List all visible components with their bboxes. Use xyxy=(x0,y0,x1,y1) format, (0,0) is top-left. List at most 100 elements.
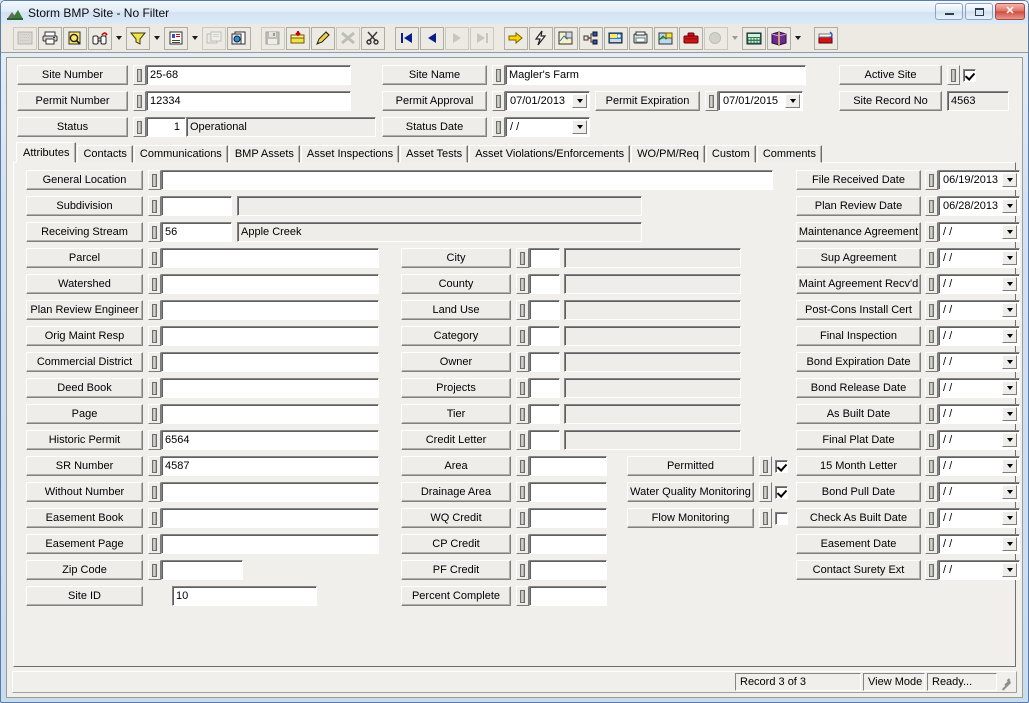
label-bond-pull-date[interactable]: Bond Pull Date xyxy=(796,482,921,502)
code-county[interactable] xyxy=(529,274,560,294)
spinner-flow-monitoring[interactable] xyxy=(759,508,772,528)
label-area[interactable]: Area xyxy=(401,456,511,476)
label-15-month-letter[interactable]: 15 Month Letter xyxy=(796,456,921,476)
combo-15-month-letter[interactable]: / / xyxy=(938,456,1020,476)
spinner-bond-release-date[interactable] xyxy=(925,378,938,398)
spinner-area[interactable] xyxy=(516,456,529,476)
spinner-final-inspection[interactable] xyxy=(925,326,938,346)
combo-dropdown-button[interactable] xyxy=(1002,329,1017,343)
spinner-drainage-area[interactable] xyxy=(516,482,529,502)
code-field-status[interactable]: 1 xyxy=(146,117,186,137)
spinner-site-number[interactable] xyxy=(133,65,146,85)
label-easement-book[interactable]: Easement Book xyxy=(26,508,143,528)
last-record-icon[interactable] xyxy=(470,26,494,50)
main-toolbar[interactable] xyxy=(1,24,1028,53)
label-commercial-district[interactable]: Commercial District xyxy=(26,352,143,372)
input-site-number[interactable]: 25-68 xyxy=(146,65,351,85)
resize-grip[interactable] xyxy=(1000,675,1014,691)
gis-icon[interactable] xyxy=(654,26,678,50)
label-status-date[interactable]: Status Date xyxy=(382,117,487,137)
input-percent-complete[interactable] xyxy=(529,586,607,606)
label-permit-approval[interactable]: Permit Approval xyxy=(382,91,487,111)
print-icon[interactable] xyxy=(38,26,62,50)
spinner-credit-letter[interactable] xyxy=(516,430,529,450)
spinner-without-number[interactable] xyxy=(148,482,161,502)
combo-dropdown-button[interactable] xyxy=(1002,381,1017,395)
spinner-page[interactable] xyxy=(148,404,161,424)
combo-bond-release-date[interactable]: / / xyxy=(938,378,1020,398)
first-record-icon[interactable] xyxy=(395,26,419,50)
input-pf-credit[interactable] xyxy=(529,560,607,580)
label-water-quality-monitoring[interactable]: Water Quality Monitoring xyxy=(627,482,754,502)
input-easement-book[interactable] xyxy=(161,508,379,528)
label-credit-letter[interactable]: Credit Letter xyxy=(401,430,511,450)
label-deed-book[interactable]: Deed Book xyxy=(26,378,143,398)
spinner-orig-maint-resp[interactable] xyxy=(148,326,161,346)
combo-final-inspection[interactable]: / / xyxy=(938,326,1020,346)
combo-dropdown-button[interactable] xyxy=(785,94,800,108)
label-maintenance-agreement[interactable]: Maintenance Agreement xyxy=(796,222,921,242)
combo-status-date[interactable]: / / xyxy=(505,117,590,137)
help-dropdown-arrow[interactable] xyxy=(729,27,741,50)
spinner-deed-book[interactable] xyxy=(148,378,161,398)
combo-dropdown-button[interactable] xyxy=(1002,407,1017,421)
fax-icon[interactable] xyxy=(629,26,653,50)
checkbox-permitted[interactable] xyxy=(775,459,788,473)
label-general-location[interactable]: General Location xyxy=(26,170,143,190)
combo-dropdown-button[interactable] xyxy=(1002,225,1017,239)
label-cp-credit[interactable]: CP Credit xyxy=(401,534,511,554)
combo-dropdown-button[interactable] xyxy=(572,94,587,108)
checkbox-active-site[interactable] xyxy=(963,68,976,82)
label-subdivision[interactable]: Subdivision xyxy=(26,196,143,216)
label-contact-surety-ext[interactable]: Contact Surety Ext xyxy=(796,560,921,580)
edit-record-icon[interactable] xyxy=(311,26,335,50)
label-file-received-date[interactable]: File Received Date xyxy=(796,170,921,190)
copy-record-icon[interactable] xyxy=(227,26,251,50)
input-parcel[interactable] xyxy=(161,248,379,268)
label-zip-code[interactable]: Zip Code xyxy=(26,560,143,580)
input-commercial-district[interactable] xyxy=(161,352,379,372)
tab-bmp-assets[interactable]: BMP Assets xyxy=(228,145,300,163)
code-projects[interactable] xyxy=(529,378,560,398)
spinner-bond-pull-date[interactable] xyxy=(925,482,938,502)
combo-bond-pull-date[interactable]: / / xyxy=(938,482,1020,502)
quick-action-icon[interactable] xyxy=(529,26,553,50)
combo-dropdown-button[interactable] xyxy=(572,120,587,134)
combo-bond-expiration-date[interactable]: / / xyxy=(938,352,1020,372)
combo-permit-expiration[interactable]: 07/01/2015 xyxy=(718,91,803,111)
label-permit-expiration[interactable]: Permit Expiration xyxy=(595,91,700,111)
combo-dropdown-button[interactable] xyxy=(1002,199,1017,213)
spinner-cp-credit[interactable] xyxy=(516,534,529,554)
desc-owner[interactable] xyxy=(564,352,741,372)
combo-final-plat-date[interactable]: / / xyxy=(938,430,1020,450)
code-owner[interactable] xyxy=(529,352,560,372)
input-drainage-area[interactable] xyxy=(529,482,607,502)
label-category[interactable]: Category xyxy=(401,326,511,346)
label-maint-agreement-recv-d[interactable]: Maint Agreement Recv'd xyxy=(796,274,921,294)
input-orig-maint-resp[interactable] xyxy=(161,326,379,346)
tab-attributes[interactable]: Attributes xyxy=(16,142,77,163)
label-site-record-no[interactable]: Site Record No xyxy=(839,91,942,111)
label-active-site[interactable]: Active Site xyxy=(839,65,942,85)
spinner-plan-review-date[interactable] xyxy=(925,196,938,216)
properties-icon[interactable] xyxy=(202,26,226,50)
checkbox-flow-monitoring[interactable] xyxy=(775,511,788,525)
label-final-plat-date[interactable]: Final Plat Date xyxy=(796,430,921,450)
combo-dropdown-button[interactable] xyxy=(1002,277,1017,291)
spinner-permitted[interactable] xyxy=(759,456,772,476)
tab-communications[interactable]: Communications xyxy=(133,145,228,163)
tab-contacts[interactable]: Contacts xyxy=(77,145,133,163)
label-sr-number[interactable]: SR Number xyxy=(26,456,143,476)
spinner-general-location[interactable] xyxy=(148,170,161,190)
close-button[interactable]: ✕ xyxy=(995,3,1025,20)
label-owner[interactable]: Owner xyxy=(401,352,511,372)
code-credit-letter[interactable] xyxy=(529,430,560,450)
help-balloon-icon[interactable] xyxy=(704,26,728,50)
label-page[interactable]: Page xyxy=(26,404,143,424)
tab-asset-inspections[interactable]: Asset Inspections xyxy=(300,145,400,163)
combo-dropdown-button[interactable] xyxy=(1002,563,1017,577)
combo-dropdown-button[interactable] xyxy=(1002,173,1017,187)
map-icon[interactable] xyxy=(554,26,578,50)
label-status[interactable]: Status xyxy=(17,117,128,137)
input-site-id[interactable]: 10 xyxy=(172,586,317,606)
